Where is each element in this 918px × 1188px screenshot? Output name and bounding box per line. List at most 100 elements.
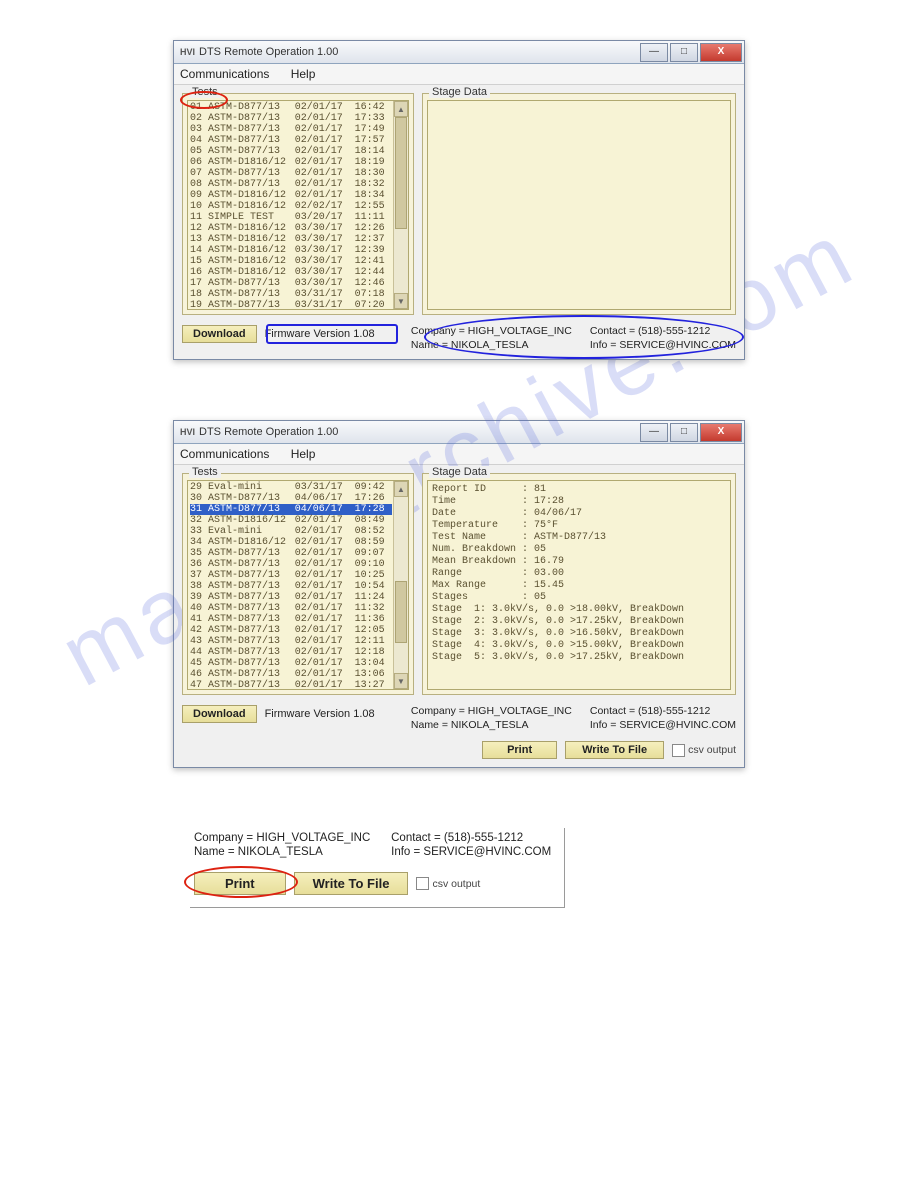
list-item[interactable]: 01 ASTM-D877/1302/01/1716:42: [190, 102, 392, 113]
list-item[interactable]: 10 ASTM-D1816/1202/02/1712:55: [190, 201, 392, 212]
scroll-thumb[interactable]: [395, 581, 407, 643]
list-item[interactable]: 19 ASTM-D877/1303/31/1707:20: [190, 300, 392, 310]
firmware-label: Firmware Version 1.08: [265, 325, 375, 340]
print-button[interactable]: Print: [482, 741, 557, 759]
list-item[interactable]: 41 ASTM-D877/1302/01/1711:36: [190, 614, 392, 625]
list-item[interactable]: 15 ASTM-D1816/1203/30/1712:41: [190, 256, 392, 267]
minimize-button[interactable]: —: [640, 43, 668, 62]
firmware-label: Firmware Version 1.08: [265, 705, 375, 720]
menu-communications[interactable]: Communications: [180, 67, 269, 81]
list-item[interactable]: 35 ASTM-D877/1302/01/1709:07: [190, 548, 392, 559]
tests-legend: Tests: [189, 466, 221, 478]
scroll-down-icon[interactable]: ▼: [394, 293, 408, 309]
list-item[interactable]: 04 ASTM-D877/1302/01/1717:57: [190, 135, 392, 146]
menu-help[interactable]: Help: [291, 67, 316, 81]
checkbox-icon: [416, 877, 429, 890]
info-label: Info = SERVICE@HVINC.COM: [391, 846, 554, 858]
minimize-button[interactable]: —: [640, 423, 668, 442]
company-label: Company = HIGH_VOLTAGE_INC: [411, 705, 572, 717]
stage-data-group: Stage Data Report ID : 81 Time : 17:28 D…: [422, 473, 736, 695]
list-item[interactable]: 37 ASTM-D877/1302/01/1710:25: [190, 570, 392, 581]
checkbox-icon: [672, 744, 685, 757]
menubar: Communications Help: [174, 64, 744, 85]
tests-scrollbar[interactable]: ▲ ▼: [393, 101, 408, 309]
window-title: DTS Remote Operation 1.00: [199, 426, 638, 438]
csv-output-label: csv output: [432, 878, 480, 890]
window-2: HVI DTS Remote Operation 1.00 — □ X Comm…: [173, 420, 745, 768]
list-item[interactable]: 12 ASTM-D1816/1203/30/1712:26: [190, 223, 392, 234]
list-item[interactable]: 17 ASTM-D877/1303/30/1712:46: [190, 278, 392, 289]
list-item[interactable]: 06 ASTM-D1816/1202/01/1718:19: [190, 157, 392, 168]
csv-output-checkbox[interactable]: csv output: [416, 877, 480, 890]
tests-scrollbar[interactable]: ▲ ▼: [393, 481, 408, 689]
list-item[interactable]: 34 ASTM-D1816/1202/01/1708:59: [190, 537, 392, 548]
menu-communications[interactable]: Communications: [180, 447, 269, 461]
list-item[interactable]: 02 ASTM-D877/1302/01/1717:33: [190, 113, 392, 124]
window-title: DTS Remote Operation 1.00: [199, 46, 638, 58]
list-item[interactable]: 38 ASTM-D877/1302/01/1710:54: [190, 581, 392, 592]
list-item[interactable]: 39 ASTM-D877/1302/01/1711:24: [190, 592, 392, 603]
download-button[interactable]: Download: [182, 325, 257, 343]
list-item[interactable]: 13 ASTM-D1816/1203/30/1712:37: [190, 234, 392, 245]
name-label: Name = NIKOLA_TESLA: [411, 719, 572, 731]
company-info: Company = HIGH_VOLTAGE_INC Contact = (51…: [411, 705, 736, 731]
list-item[interactable]: 31 ASTM-D877/1304/06/1717:28: [190, 504, 392, 515]
name-label: Name = NIKOLA_TESLA: [411, 339, 572, 351]
list-item[interactable]: 07 ASTM-D877/1302/01/1718:30: [190, 168, 392, 179]
titlebar[interactable]: HVI DTS Remote Operation 1.00 — □ X: [174, 421, 744, 444]
menu-help[interactable]: Help: [291, 447, 316, 461]
maximize-button[interactable]: □: [670, 423, 698, 442]
menubar: Communications Help: [174, 444, 744, 465]
stage-data-text: Report ID : 81 Time : 17:28 Date : 04/06…: [428, 481, 730, 667]
list-item[interactable]: 33 Eval-mini02/01/1708:52: [190, 526, 392, 537]
list-item[interactable]: 46 ASTM-D877/1302/01/1713:06: [190, 669, 392, 680]
titlebar[interactable]: HVI DTS Remote Operation 1.00 — □ X: [174, 41, 744, 64]
list-item[interactable]: 44 ASTM-D877/1302/01/1712:18: [190, 647, 392, 658]
list-item[interactable]: 40 ASTM-D877/1302/01/1711:32: [190, 603, 392, 614]
window-1: HVI DTS Remote Operation 1.00 — □ X Comm…: [173, 40, 745, 360]
list-item[interactable]: 11 SIMPLE TEST03/20/1711:11: [190, 212, 392, 223]
contact-label: Contact = (518)-555-1212: [590, 325, 736, 337]
tests-group: Tests 29 Eval-mini03/31/1709:4230 ASTM-D…: [182, 473, 414, 695]
list-item[interactable]: 18 ASTM-D877/1303/31/1707:18: [190, 289, 392, 300]
name-label: Name = NIKOLA_TESLA: [194, 846, 373, 858]
csv-output-checkbox[interactable]: csv output: [672, 744, 736, 757]
tests-legend: Tests: [189, 86, 221, 98]
tests-group: Tests 01 ASTM-D877/1302/01/1716:4202 AST…: [182, 93, 414, 315]
scroll-down-icon[interactable]: ▼: [394, 673, 408, 689]
list-item[interactable]: 09 ASTM-D1816/1202/01/1718:34: [190, 190, 392, 201]
list-item[interactable]: 47 ASTM-D877/1302/01/1713:27: [190, 680, 392, 690]
company-label: Company = HIGH_VOLTAGE_INC: [411, 325, 572, 337]
download-button[interactable]: Download: [182, 705, 257, 723]
list-item[interactable]: 32 ASTM-D1816/1202/01/1708:49: [190, 515, 392, 526]
list-item[interactable]: 14 ASTM-D1816/1203/30/1712:39: [190, 245, 392, 256]
close-button[interactable]: X: [700, 43, 742, 62]
list-item[interactable]: 16 ASTM-D1816/1203/30/1712:44: [190, 267, 392, 278]
contact-label: Contact = (518)-555-1212: [391, 832, 554, 844]
scroll-up-icon[interactable]: ▲: [394, 101, 408, 117]
list-item[interactable]: 36 ASTM-D877/1302/01/1709:10: [190, 559, 392, 570]
stage-legend: Stage Data: [429, 86, 490, 98]
close-button[interactable]: X: [700, 423, 742, 442]
list-item[interactable]: 05 ASTM-D877/1302/01/1718:14: [190, 146, 392, 157]
list-item[interactable]: 43 ASTM-D877/1302/01/1712:11: [190, 636, 392, 647]
list-item[interactable]: 30 ASTM-D877/1304/06/1717:26: [190, 493, 392, 504]
company-info: Company = HIGH_VOLTAGE_INC Contact = (51…: [411, 325, 736, 351]
scroll-up-icon[interactable]: ▲: [394, 481, 408, 497]
maximize-button[interactable]: □: [670, 43, 698, 62]
tests-list[interactable]: 01 ASTM-D877/1302/01/1716:4202 ASTM-D877…: [188, 101, 394, 309]
scroll-thumb[interactable]: [395, 117, 407, 229]
list-item[interactable]: 42 ASTM-D877/1302/01/1712:05: [190, 625, 392, 636]
print-button[interactable]: Print: [194, 872, 286, 895]
write-to-file-button[interactable]: Write To File: [565, 741, 664, 759]
list-item[interactable]: 45 ASTM-D877/1302/01/1713:04: [190, 658, 392, 669]
app-icon: HVI: [180, 427, 195, 437]
write-to-file-button[interactable]: Write To File: [294, 872, 409, 895]
list-item[interactable]: 03 ASTM-D877/1302/01/1717:49: [190, 124, 392, 135]
tests-list[interactable]: 29 Eval-mini03/31/1709:4230 ASTM-D877/13…: [188, 481, 394, 689]
list-item[interactable]: 29 Eval-mini03/31/1709:42: [190, 482, 392, 493]
list-item[interactable]: 08 ASTM-D877/1302/01/1718:32: [190, 179, 392, 190]
csv-output-label: csv output: [688, 744, 736, 756]
app-icon: HVI: [180, 47, 195, 57]
info-label: Info = SERVICE@HVINC.COM: [590, 339, 736, 351]
